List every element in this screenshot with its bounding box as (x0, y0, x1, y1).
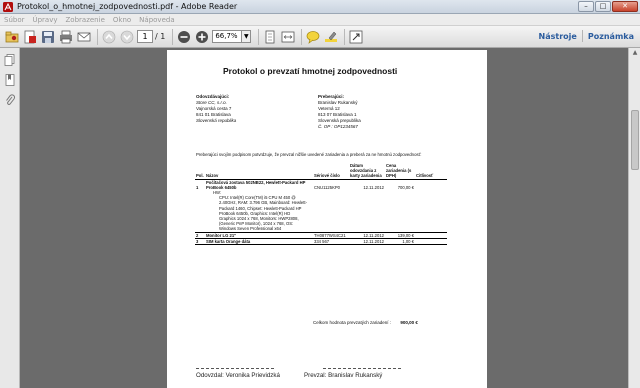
zoom-out-button[interactable] (176, 29, 192, 45)
column-header: Názov (206, 173, 219, 179)
open-button[interactable] (4, 29, 20, 45)
total-row: Celkom hodnota prevzatých zariadení : 90… (313, 320, 418, 325)
comments-link[interactable]: Poznámka (588, 32, 634, 41)
item-serial: 334 567 (313, 238, 349, 246)
menu-window[interactable]: Okno (113, 16, 131, 24)
comment-button[interactable] (305, 29, 321, 45)
receiver-party: Preberajúci: Branislav Rukanský Veterná … (318, 94, 361, 130)
column-header: Sériové číslo (314, 173, 340, 179)
column-header: Citlivosť (416, 173, 434, 179)
scroll-up-icon[interactable]: ▲ (629, 48, 640, 58)
item-group: Počítačová zostava 502NB22, Hewlett-Pack… (206, 179, 306, 185)
toolbar-separator (301, 28, 303, 45)
vertical-scrollbar[interactable]: ▲ (628, 48, 640, 388)
expand-icon (349, 30, 363, 43)
maximize-button[interactable]: □ (595, 1, 611, 12)
chevron-down-icon: ▼ (244, 33, 249, 40)
close-button[interactable]: ✕ (612, 1, 638, 12)
table-header-row: Pol. Názov Sériové číslo Dátum odovzdani… (195, 163, 447, 180)
adobe-reader-icon (3, 1, 13, 12)
print-button[interactable] (58, 29, 74, 45)
title-bar: Protokol_o_hmotnej_zodpovednosti.pdf - A… (0, 0, 640, 14)
printer-icon (60, 30, 72, 43)
item-date: 12.11.2012 (349, 238, 385, 246)
signature-right: Prevzal: Branislav Rukanský (304, 372, 383, 379)
pdf-page: Protokol o prevzatí hmotnej zodpovednost… (167, 50, 487, 388)
toolbar-separator (258, 28, 260, 45)
open-folder-icon (5, 31, 19, 42)
create-pdf-icon (24, 30, 36, 43)
save-button[interactable] (40, 29, 56, 45)
envelope-icon (77, 32, 91, 41)
toolbar-separator (344, 28, 346, 45)
top-right-links: Nástroje Poznámka (539, 30, 634, 42)
zoom-level-input[interactable]: 66,7% (212, 30, 243, 43)
scrollbar-thumb[interactable] (631, 110, 639, 170)
create-pdf-button[interactable] (22, 29, 38, 45)
item-price: 1,00 € (385, 238, 415, 246)
zoom-dropdown-button[interactable]: ▼ (242, 30, 252, 43)
arrow-down-icon (120, 30, 134, 43)
toolbar-separator (172, 28, 174, 45)
minimize-button[interactable]: – (578, 1, 594, 12)
menu-help[interactable]: Nápoveda (139, 16, 174, 24)
email-button[interactable] (76, 29, 92, 45)
items-table: Pol. Názov Sériové číslo Dátum odovzdani… (195, 163, 447, 246)
menu-bar: Súbor Úpravy Zobrazenie Okno Nápoveda (0, 14, 640, 26)
total-label: Celkom hodnota prevzatých zariadení : (313, 320, 392, 325)
next-page-button[interactable] (119, 29, 135, 45)
hw-desc-line: 2.40GHz, RAM: 3.796 GB, Mainboard: Hewle… (219, 200, 307, 206)
column-header: Pol. (196, 173, 204, 179)
page-total: / 1 (155, 32, 166, 41)
zoom-in-button[interactable] (194, 29, 210, 45)
item-name: SIM karta Orange dáta (205, 238, 313, 246)
window-controls: – □ ✕ (578, 1, 638, 12)
signature-line-right (323, 368, 401, 369)
menu-view[interactable]: Zobrazenie (66, 16, 105, 24)
plus-circle-icon (196, 30, 209, 43)
page-number-input[interactable]: 1 (137, 30, 153, 43)
fit-width-button[interactable] (280, 29, 296, 45)
signature-line-left (196, 368, 274, 369)
highlight-button[interactable] (323, 29, 339, 45)
previous-page-button[interactable] (101, 29, 117, 45)
paperclip-icon[interactable] (4, 94, 16, 106)
fit-width-icon (281, 31, 295, 42)
highlighter-icon (325, 31, 338, 42)
signature-left: Odovzdal: Veronika Prievidzká (196, 372, 280, 379)
column-header: Cena zariadenia (s DPH) (386, 163, 412, 179)
tools-link[interactable]: Nástroje (539, 32, 577, 41)
column-header: Dátum odovzdania z karty zariadenia (350, 163, 382, 179)
menu-edit[interactable]: Úpravy (32, 16, 57, 24)
navigation-pane (0, 48, 20, 388)
page-thumbnails-icon[interactable] (4, 54, 16, 66)
bookmarks-icon[interactable] (4, 74, 16, 86)
window-title: Protokol_o_hmotnej_zodpovednosti.pdf - A… (17, 2, 238, 11)
speech-bubble-icon (306, 30, 320, 44)
full-screen-button[interactable] (348, 29, 364, 45)
document-title: Protokol o prevzatí hmotnej zodpovednost… (223, 66, 398, 76)
arrow-up-icon (102, 30, 116, 43)
table-row: 3 SIM karta Orange dáta 334 567 12.11.20… (195, 238, 447, 246)
toolbar: 1 / 1 66,7% ▼ Nástroje Poznámka (0, 26, 640, 48)
menu-file[interactable]: Súbor (4, 16, 24, 24)
link-separator (581, 30, 583, 42)
receiver-line: Č. OP : OP1234567 (318, 124, 358, 129)
handover-party: Odovzdávajúci: Store CC, s.r.o. Vajnorsk… (196, 94, 236, 124)
fit-page-icon (265, 30, 275, 43)
save-icon (42, 30, 54, 43)
intro-text: Preberajúci svojím podpisom potvrdzuje, … (196, 152, 422, 157)
minus-circle-icon (178, 30, 191, 43)
table-row: 2 Monitor LG 21" TH0877WS4C21 12.11.2012… (195, 232, 447, 239)
table-row: 1 ProBook 6450b CNU1125KP0 12.11.2012 70… (195, 185, 447, 190)
total-value: 900,00 € (400, 320, 418, 325)
handover-line: Slovenská republika (196, 118, 237, 123)
item-serial: TH0877WS4C21 (313, 232, 349, 239)
fit-page-button[interactable] (262, 29, 278, 45)
item-pos: 3 (195, 238, 205, 246)
toolbar-separator (97, 28, 98, 45)
